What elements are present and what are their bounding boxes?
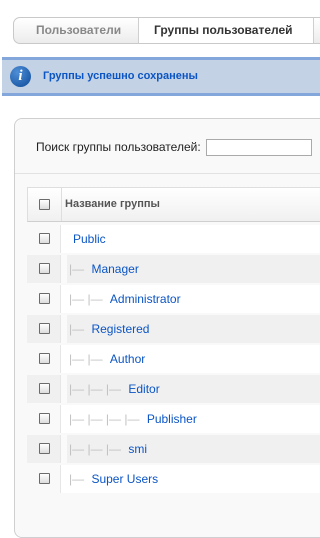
column-header-group-name[interactable]: Название группы <box>65 188 160 221</box>
table-row: Public <box>27 224 320 254</box>
tab-users[interactable]: Пользователи <box>36 18 121 43</box>
table-row: |— |— Author <box>27 344 320 374</box>
group-cell: |— Super Users <box>69 464 158 494</box>
row-checkbox[interactable] <box>39 353 50 364</box>
table-row: |— |— Administrator <box>27 284 320 314</box>
indent-marker: |— |— |— <box>69 442 125 456</box>
table-row: |— Manager <box>27 254 320 284</box>
row-checkbox[interactable] <box>39 233 50 244</box>
row-cell <box>60 375 67 403</box>
tab-user-groups[interactable]: Группы пользователей <box>138 18 314 43</box>
indent-marker: |— <box>69 262 88 276</box>
group-cell: |— |— Author <box>69 344 145 374</box>
row-cell <box>60 255 67 283</box>
table-row: |— Registered <box>27 314 320 344</box>
row-checkbox[interactable] <box>39 443 50 454</box>
group-name-link[interactable]: Administrator <box>110 292 181 306</box>
group-name-link[interactable]: Editor <box>128 382 159 396</box>
group-name-link[interactable]: Author <box>110 352 145 366</box>
system-message: i Группы успешно сохранены <box>2 57 320 96</box>
group-cell: |— |— |— |— Publisher <box>69 404 197 434</box>
indent-marker: |— <box>69 322 88 336</box>
group-cell: |— |— |— Editor <box>69 374 160 404</box>
group-name-link[interactable]: Publisher <box>147 412 197 426</box>
search-label: Поиск группы пользователей: <box>36 140 201 154</box>
group-cell: |— |— |— smi <box>69 434 147 464</box>
indent-marker: |— <box>69 472 88 486</box>
row-checkbox[interactable] <box>39 383 50 394</box>
indent-marker: |— |— |— |— <box>69 412 143 426</box>
submenu-tabs: Пользователи Группы пользователей <box>13 17 320 44</box>
table-row: |— Super Users <box>27 464 320 494</box>
check-all-checkbox[interactable] <box>39 199 50 210</box>
group-cell: |— |— Administrator <box>69 284 181 314</box>
info-icon: i <box>10 66 31 87</box>
row-cell <box>60 435 67 463</box>
table-row: |— |— |— smi <box>27 434 320 464</box>
group-cell: Public <box>69 224 106 254</box>
row-checkbox[interactable] <box>39 263 50 274</box>
group-name-link[interactable]: Super Users <box>91 472 158 486</box>
row-checkbox[interactable] <box>39 473 50 484</box>
header-separator <box>61 188 62 221</box>
row-checkbox[interactable] <box>39 323 50 334</box>
row-checkbox[interactable] <box>39 413 50 424</box>
indent-marker: |— |— |— <box>69 382 125 396</box>
filter-divider <box>15 173 320 174</box>
table-header: Название группы <box>27 187 320 222</box>
table-row: |— |— |— |— Publisher <box>27 404 320 434</box>
group-cell: |— Registered <box>69 314 149 344</box>
row-cell <box>60 315 67 343</box>
table-row: |— |— |— Editor <box>27 374 320 404</box>
group-name-link[interactable]: Registered <box>91 322 149 336</box>
group-name-link[interactable]: Public <box>73 232 106 246</box>
indent-marker: |— |— <box>69 292 106 306</box>
group-name-link[interactable]: smi <box>128 442 147 456</box>
group-cell: |— Manager <box>69 254 139 284</box>
groups-table-body: Public |— Manager |— |— Administrator |—… <box>27 224 320 494</box>
indent-marker: |— |— <box>69 352 106 366</box>
row-checkbox[interactable] <box>39 293 50 304</box>
message-text: Группы успешно сохранены <box>43 70 198 82</box>
group-name-link[interactable]: Manager <box>91 262 138 276</box>
search-input[interactable] <box>206 139 312 156</box>
